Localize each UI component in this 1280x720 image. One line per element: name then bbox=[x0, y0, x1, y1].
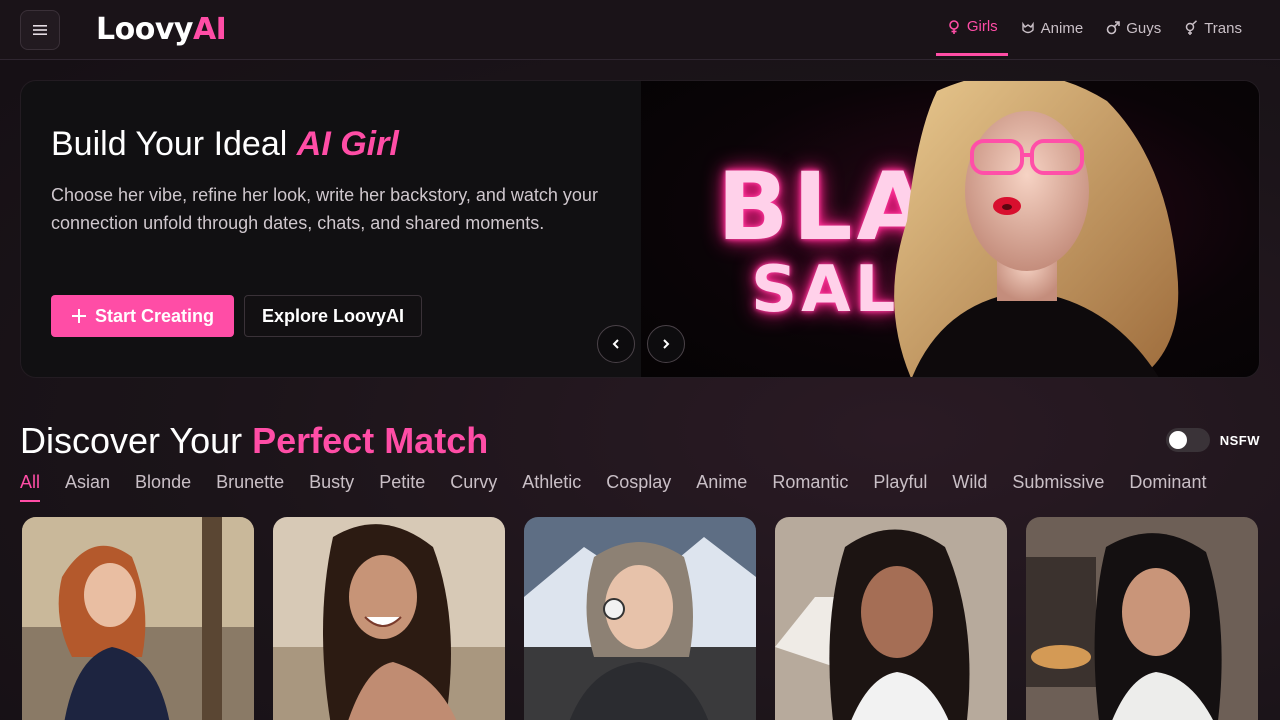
filter-brunette[interactable]: Brunette bbox=[216, 472, 284, 502]
nav-label: Anime bbox=[1040, 19, 1084, 37]
nsfw-label: NSFW bbox=[1219, 432, 1260, 448]
promo-image: BLACK SALE bbox=[641, 81, 1259, 377]
character-grid bbox=[22, 517, 1258, 720]
filter-athletic[interactable]: Athletic bbox=[522, 472, 581, 502]
character-card[interactable] bbox=[1026, 517, 1258, 720]
nav-label: Guys bbox=[1126, 19, 1162, 37]
nsfw-toggle-wrap: NSFW bbox=[1165, 428, 1260, 452]
chevron-left-icon bbox=[612, 339, 619, 349]
carousel-next-button[interactable] bbox=[647, 325, 685, 363]
character-card[interactable] bbox=[273, 517, 505, 720]
nav-label: Trans bbox=[1204, 19, 1242, 37]
logo-text: Loovy bbox=[96, 12, 193, 47]
filter-dominant[interactable]: Dominant bbox=[1129, 472, 1206, 502]
character-card[interactable] bbox=[524, 517, 756, 720]
filter-curvy[interactable]: Curvy bbox=[450, 472, 497, 502]
filter-blonde[interactable]: Blonde bbox=[135, 472, 191, 502]
character-photo bbox=[775, 517, 1007, 720]
explore-button[interactable]: Explore LoovyAI bbox=[244, 295, 422, 337]
filter-tabs: All Asian Blonde Brunette Busty Petite C… bbox=[20, 472, 1206, 502]
toggle-knob bbox=[1168, 431, 1187, 449]
logo-accent: AI bbox=[192, 12, 227, 47]
nav-trans[interactable]: Trans bbox=[1173, 0, 1252, 56]
hamburger-icon bbox=[33, 25, 47, 35]
filter-petite[interactable]: Petite bbox=[379, 472, 425, 502]
chevron-right-icon bbox=[663, 339, 670, 349]
start-creating-label: Start Creating bbox=[94, 305, 215, 326]
filter-wild[interactable]: Wild bbox=[952, 472, 987, 502]
discover-title: Discover Your Perfect Match bbox=[20, 420, 488, 462]
hero-description: Choose her vibe, refine her look, write … bbox=[51, 185, 598, 233]
character-photo bbox=[1026, 517, 1258, 720]
category-nav: Girls Anime Guys Trans bbox=[934, 0, 1252, 60]
plus-icon bbox=[71, 309, 86, 323]
filter-asian[interactable]: Asian bbox=[65, 472, 110, 502]
character-photo bbox=[22, 517, 254, 720]
model-illustration bbox=[894, 81, 1179, 377]
filter-anime[interactable]: Anime bbox=[696, 472, 747, 502]
filter-romantic[interactable]: Romantic bbox=[772, 472, 848, 502]
filter-cosplay[interactable]: Cosplay bbox=[606, 472, 671, 502]
character-photo bbox=[273, 517, 505, 720]
filter-submissive[interactable]: Submissive bbox=[1012, 472, 1104, 502]
discover-title-accent: Perfect Match bbox=[252, 420, 489, 461]
filter-all[interactable]: All bbox=[20, 472, 41, 502]
menu-button[interactable] bbox=[20, 10, 60, 50]
character-photo bbox=[524, 517, 756, 720]
nav-anime[interactable]: Anime bbox=[1010, 0, 1094, 56]
top-header: LoovyAI Girls Anime Guys Trans bbox=[0, 0, 1280, 60]
character-card[interactable] bbox=[22, 517, 254, 720]
female-icon bbox=[949, 19, 959, 34]
hero-title-text: Build Your Ideal bbox=[51, 125, 297, 163]
trans-icon bbox=[1185, 20, 1198, 35]
character-card[interactable] bbox=[775, 517, 1007, 720]
discover-title-text: Discover Your bbox=[20, 420, 253, 461]
male-icon bbox=[1106, 21, 1120, 35]
anime-icon bbox=[1021, 21, 1034, 34]
hero-banner: Build Your Ideal AI Girl Choose her vibe… bbox=[20, 80, 1260, 378]
carousel-prev-button[interactable] bbox=[597, 325, 635, 363]
nsfw-toggle[interactable] bbox=[1165, 428, 1210, 452]
nav-girls[interactable]: Girls bbox=[935, 0, 1008, 56]
start-creating-button[interactable]: Start Creating bbox=[51, 295, 234, 337]
hero-title-accent: AI Girl bbox=[296, 125, 399, 163]
nav-label: Girls bbox=[966, 18, 998, 35]
hero-title: Build Your Ideal AI Girl bbox=[51, 125, 399, 164]
explore-label: Explore LoovyAI bbox=[261, 305, 405, 326]
filter-busty[interactable]: Busty bbox=[309, 472, 354, 502]
filter-playful[interactable]: Playful bbox=[873, 472, 927, 502]
nav-guys[interactable]: Guys bbox=[1095, 0, 1171, 56]
logo[interactable]: LoovyAI bbox=[96, 12, 227, 48]
